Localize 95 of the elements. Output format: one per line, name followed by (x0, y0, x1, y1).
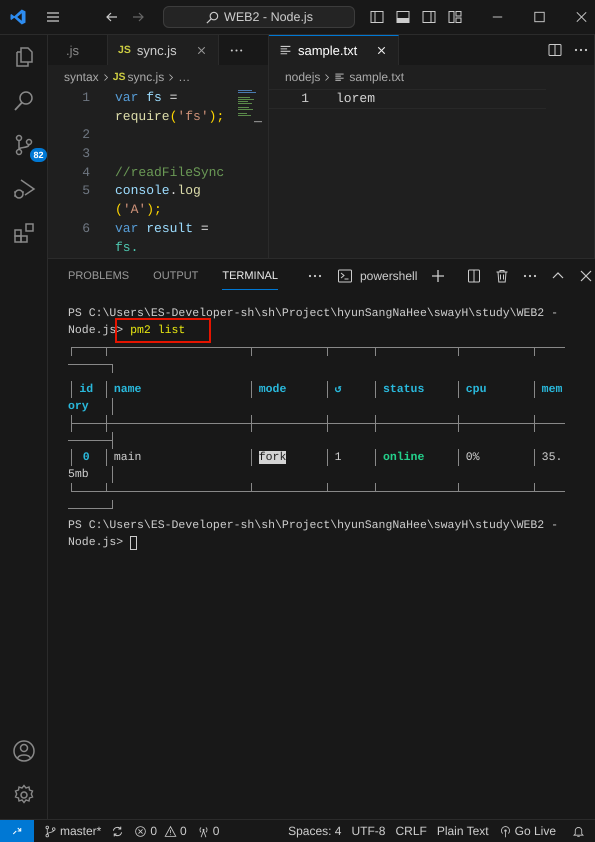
search-icon[interactable] (12, 89, 36, 113)
error-icon (134, 824, 148, 838)
ports-status[interactable]: 0 (196, 824, 220, 838)
javascript-file-icon: JS (112, 71, 126, 83)
column-header: mem (542, 383, 562, 396)
changes-count-badge: 82 (30, 148, 46, 162)
code-line: var fs = (115, 89, 178, 107)
line-number: 1 (300, 90, 309, 108)
toggle-sidebar-icon[interactable] (369, 9, 385, 25)
status-item[interactable]: CRLF (395, 824, 427, 838)
table-border (68, 500, 113, 509)
table-cell: main (114, 451, 142, 464)
code-line: fs. (115, 238, 138, 256)
tab-label: sample.txt (298, 43, 358, 58)
chevron-right-icon (168, 72, 174, 82)
account-icon[interactable] (12, 739, 36, 763)
column-header: ory (68, 400, 89, 413)
table-cell: 35. (542, 451, 562, 464)
breadcrumb-item[interactable]: … (178, 70, 190, 84)
panel-tab[interactable]: OUTPUT (153, 262, 198, 290)
command-center[interactable]: WEB2 - Node.js (163, 6, 355, 28)
column-header: status (382, 383, 424, 396)
branch-status[interactable]: master* (44, 824, 102, 838)
editor-tab[interactable]: JS sync.js (108, 35, 219, 65)
branch-icon (44, 824, 57, 838)
line-number: 3 (81, 145, 90, 164)
table-cell: 1 (334, 451, 342, 464)
sync-icon[interactable] (111, 824, 124, 838)
go-live-button[interactable]: Go Live (498, 824, 556, 838)
table-cell: 0% (466, 451, 480, 464)
text-file-icon (334, 72, 346, 82)
column-header: ↺ (334, 383, 342, 396)
chevron-right-icon (324, 72, 330, 82)
editor-tab[interactable]: sample.txt (269, 35, 400, 65)
text-file-icon (279, 44, 292, 57)
status-item[interactable]: Spaces: 4 (288, 824, 342, 838)
chevron-right-icon (102, 72, 109, 82)
line-number: 6 (81, 220, 90, 238)
search-icon (205, 10, 220, 24)
terminal-icon (337, 268, 353, 284)
tab-label: .js (66, 42, 79, 58)
terminal-prompt: PS C:\Users\ES-Developer-sh\sh\Project\hyunSangNaHee\swayH\study\WEB2 - (68, 306, 558, 322)
warning-icon (164, 824, 178, 838)
broadcast-icon (498, 824, 512, 838)
line-number: 4 (81, 164, 90, 182)
table-cell: 5mb (68, 468, 89, 481)
close-icon[interactable] (574, 9, 589, 25)
status-item[interactable]: Plain Text (436, 824, 489, 838)
terminal-prompt: PS C:\Users\ES-Developer-sh\sh\Project\hyunSangNaHee\swayH\study\WEB2 - (68, 518, 558, 534)
javascript-file-icon: JS (118, 44, 131, 56)
code-line: ('A'); (115, 201, 162, 220)
split-terminal-icon[interactable] (466, 268, 482, 284)
toggle-secondary-sidebar-icon[interactable] (421, 9, 437, 25)
problems-status[interactable]: 0 0 (134, 824, 187, 838)
split-editor-icon[interactable] (547, 42, 563, 58)
text-cursor (130, 536, 138, 550)
vscode-logo-icon (9, 8, 27, 26)
table-border (68, 364, 113, 373)
window-title: WEB2 - Node.js (224, 10, 313, 24)
code-line: lorem (336, 90, 376, 108)
plus-icon[interactable] (430, 268, 446, 284)
toggle-panel-icon[interactable] (395, 9, 411, 25)
panel-tab[interactable]: PROBLEMS (68, 262, 130, 290)
terminal-prompt: Node.js> (68, 535, 124, 551)
antenna-icon (196, 824, 210, 838)
code-line: console.log (115, 182, 201, 200)
status-item[interactable]: UTF-8 (351, 824, 386, 838)
breadcrumb-item[interactable]: nodejs (285, 70, 320, 84)
column-header: id (79, 383, 94, 396)
remote-icon (11, 825, 23, 837)
extensions-icon[interactable] (12, 221, 36, 245)
trash-icon[interactable] (494, 268, 510, 284)
breadcrumb-item[interactable]: sync.js (128, 70, 164, 84)
code-line: require('fs'); (115, 108, 224, 126)
breadcrumb-item[interactable]: syntax (64, 70, 99, 84)
code-line: var result = (115, 220, 209, 238)
bell-icon[interactable] (572, 824, 585, 838)
line-number: 5 (81, 182, 90, 200)
table-cell-text: 0 (82, 451, 90, 464)
table-cell: fork (258, 451, 286, 464)
customize-layout-icon[interactable] (447, 9, 463, 25)
line-number: 1 (81, 89, 90, 107)
column-header: name (114, 383, 142, 396)
breadcrumb-item[interactable]: sample.txt (349, 70, 404, 84)
code-line: //readFileSync (115, 164, 224, 182)
column-header: cpu (466, 383, 486, 396)
table-cell: online (382, 451, 424, 464)
close-icon[interactable] (578, 268, 594, 284)
maximize-icon[interactable] (532, 9, 547, 25)
tab-label: sync.js (136, 42, 177, 58)
panel-tab[interactable]: TERMINAL (222, 262, 278, 290)
line-number: 2 (81, 126, 90, 144)
run-debug-icon[interactable] (12, 177, 36, 201)
column-header: mode (258, 383, 286, 396)
terminal-name[interactable]: powershell (360, 269, 418, 283)
